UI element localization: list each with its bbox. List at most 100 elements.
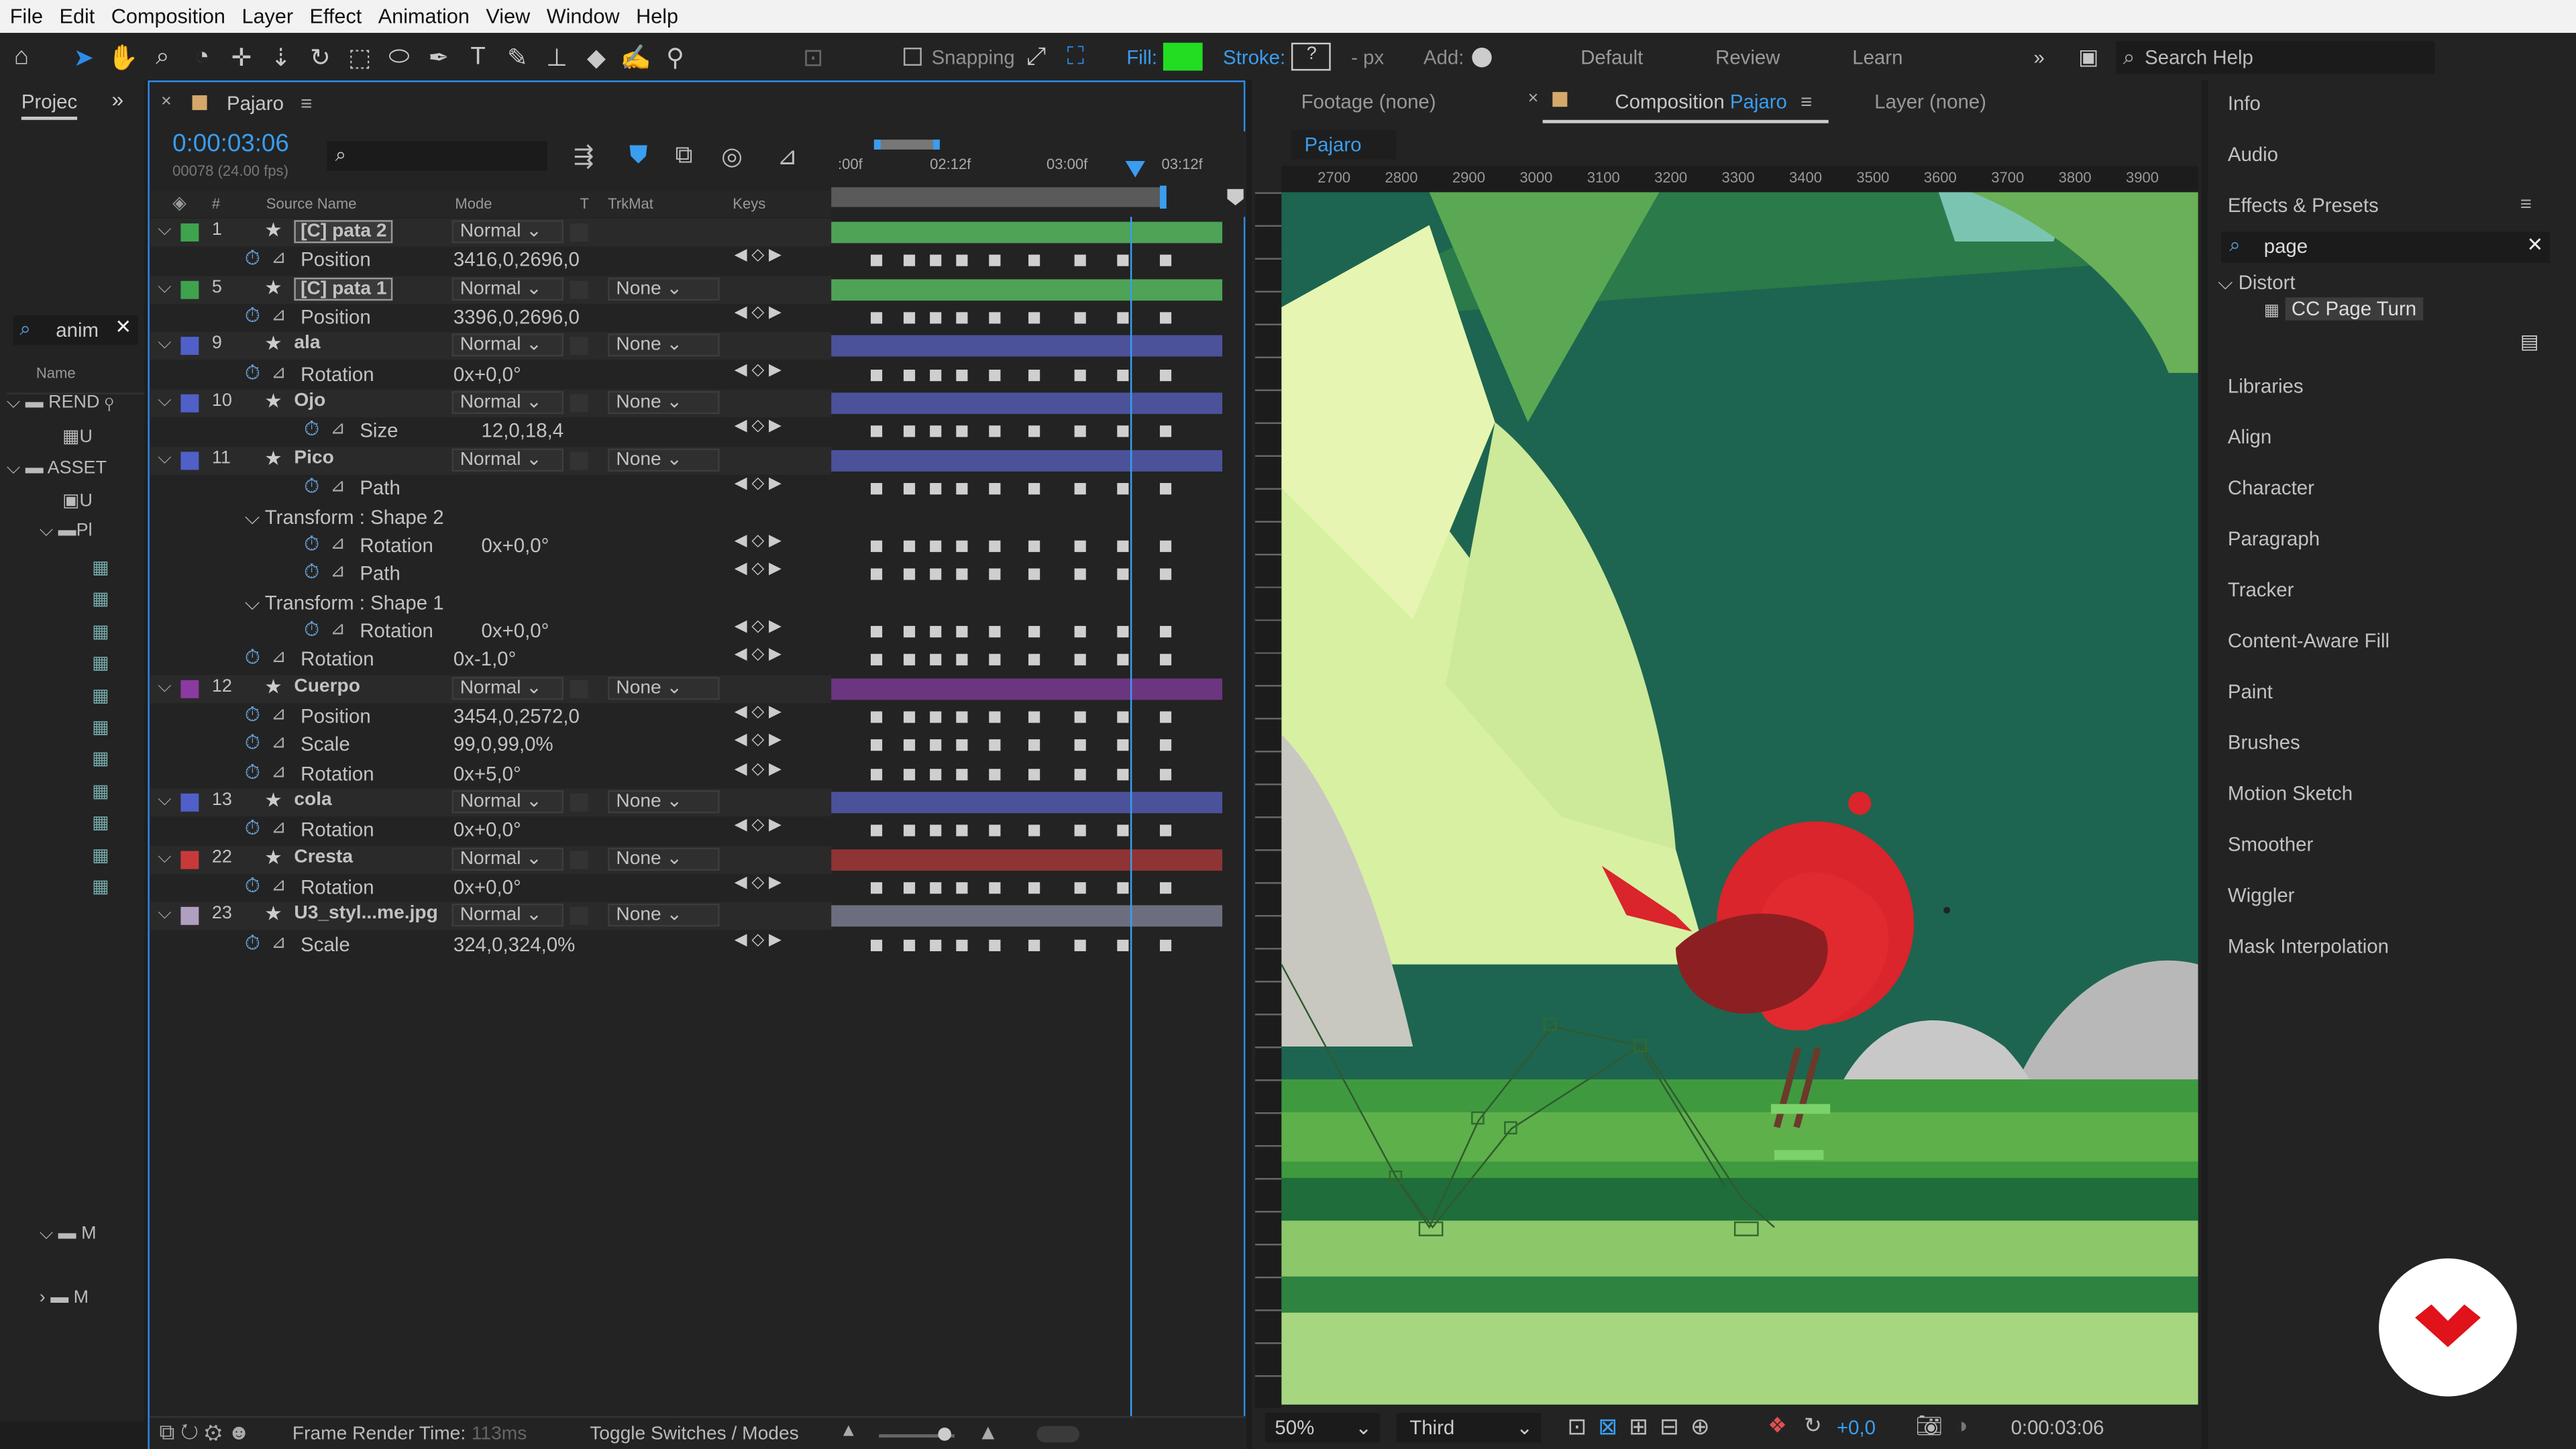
layer-duration-bar[interactable]	[831, 335, 1223, 358]
keyframe[interactable]	[989, 255, 1001, 267]
keyframe[interactable]	[1117, 540, 1129, 552]
keyframe[interactable]	[956, 654, 968, 666]
keyframe[interactable]	[1159, 654, 1172, 666]
layer-name[interactable]: Pico	[294, 448, 334, 468]
keyframe[interactable]	[956, 568, 968, 580]
timeline-zoom-knob[interactable]	[938, 1428, 951, 1441]
keyframe[interactable]	[1074, 711, 1086, 723]
keyframe[interactable]	[903, 255, 916, 267]
preserve-transparency-box[interactable]	[570, 679, 588, 698]
layer-name[interactable]: cola	[294, 790, 331, 810]
graph-icon[interactable]: ⊿	[271, 361, 286, 382]
keyframe[interactable]	[1159, 540, 1172, 552]
keyframe[interactable]	[1074, 882, 1086, 894]
stroke-swatch[interactable]: ?	[1291, 42, 1332, 71]
layer-name[interactable]: Ojo	[294, 391, 325, 411]
layer-name[interactable]: [C] pata 1	[294, 277, 394, 301]
keyframe-track[interactable]	[831, 703, 1245, 731]
twirl-arrow-icon[interactable]: ⌵	[158, 277, 171, 299]
keyframe[interactable]	[1117, 882, 1129, 894]
layer-duration-bar-track[interactable]	[831, 333, 1245, 361]
keyframe[interactable]	[1074, 939, 1086, 951]
graph-icon[interactable]: ⊿	[271, 646, 286, 667]
keyframe[interactable]	[1028, 312, 1040, 324]
effect-category-distort[interactable]: ⌵ Distort	[2218, 271, 2295, 296]
timeline-comp-tab[interactable]: Pajaro	[227, 92, 284, 115]
keyframe-track[interactable]	[831, 532, 1245, 560]
preserve-transparency-box[interactable]	[570, 451, 588, 470]
keyframe[interactable]	[930, 825, 942, 837]
keyframe[interactable]	[956, 882, 968, 894]
keyframe-track[interactable]	[831, 418, 1245, 446]
keyframe[interactable]	[930, 768, 942, 780]
keyframe[interactable]	[1159, 568, 1172, 580]
twirl-arrow-icon[interactable]: ⌵	[158, 847, 171, 869]
keyframe[interactable]	[1117, 483, 1129, 495]
align-panel-item[interactable]: Align	[2208, 414, 2553, 462]
wiggler-panel-item[interactable]: Wiggler	[2208, 872, 2553, 920]
timeline-scrollbar[interactable]	[1036, 1426, 1079, 1443]
stopwatch-icon[interactable]: ⏱︎	[245, 874, 260, 899]
keyframe-navigator[interactable]: ◀ ◇ ▶	[735, 817, 782, 835]
menu-view[interactable]: View	[486, 5, 530, 28]
keyframe-navigator[interactable]: ◀ ◇ ▶	[735, 931, 782, 949]
keyframe-navigator[interactable]: ◀ ◇ ▶	[735, 646, 782, 664]
timeline-timecode[interactable]: 0:00:03:06	[172, 129, 289, 158]
keyframe[interactable]	[1117, 739, 1129, 751]
property-value[interactable]: 0x+0,0°	[453, 363, 521, 386]
property-row[interactable]: ⏱︎ ⊿ Rotation 0x+0,0° ◀ ◇ ▶	[150, 874, 831, 902]
keyframe[interactable]	[1117, 768, 1129, 780]
effects-search[interactable]: ⌕ page ✕	[2221, 231, 2550, 263]
property-value[interactable]: 99,0,99,0%	[453, 733, 553, 756]
keyframe[interactable]	[1159, 483, 1172, 495]
keyframe-track[interactable]	[831, 304, 1245, 332]
keyframe[interactable]	[989, 825, 1001, 837]
keyframe[interactable]	[903, 426, 916, 438]
layer-duration-bar-track[interactable]	[831, 276, 1245, 304]
keyframe[interactable]	[1159, 255, 1172, 267]
keyframe[interactable]	[1074, 540, 1086, 552]
menu-composition[interactable]: Composition	[111, 5, 225, 28]
stopwatch-icon[interactable]: ⏱︎	[304, 618, 319, 643]
panel-menu-icon[interactable]: ≡	[2520, 193, 2532, 215]
keyframe[interactable]	[903, 483, 916, 495]
keyframe[interactable]	[956, 255, 968, 267]
layer-duration-bar[interactable]	[831, 906, 1223, 928]
blend-mode-dropdown[interactable]: Normal ⌄	[451, 448, 564, 472]
property-row[interactable]: ⏱︎ ⊿ Size 12,0,18,4 ◀ ◇ ▶	[150, 418, 831, 446]
project-item-pl[interactable]: ⌵ ▬Pl	[40, 521, 93, 542]
comp-flowchart-icon[interactable]: ⇶	[574, 142, 594, 171]
property-value[interactable]: 3396,0,2696,0	[453, 306, 580, 329]
keyframe[interactable]	[989, 369, 1001, 381]
stopwatch-icon[interactable]: ⏱︎	[304, 561, 319, 586]
blend-mode-dropdown[interactable]: Normal ⌄	[451, 220, 564, 244]
fill-swatch[interactable]	[1163, 42, 1203, 71]
keyframe[interactable]	[1028, 739, 1040, 751]
panel-expand-icon[interactable]: »	[112, 87, 124, 112]
clone-stamp-tool-icon[interactable]: ⊥	[539, 42, 575, 72]
effect-cc-page-turn[interactable]: ▦ CC Page Turn	[2264, 297, 2423, 321]
stopwatch-icon[interactable]: ⏱︎	[304, 532, 319, 557]
keyframe[interactable]	[930, 882, 942, 894]
add-button[interactable]	[1472, 46, 1492, 67]
keyframe[interactable]	[1028, 568, 1040, 580]
search-help-field[interactable]: ⌕ Search Help	[2116, 40, 2435, 73]
keyframe[interactable]	[930, 568, 942, 580]
layer-row[interactable]: ⌵ 23 ★ U3_styl...me.jpg Normal ⌄ None ⌄	[149, 902, 832, 931]
keyframe[interactable]	[1028, 540, 1040, 552]
layer-row[interactable]: ⌵ 9 ★ ala Normal ⌄ None ⌄	[149, 332, 832, 361]
project-item-m1[interactable]: ⌵ ▬ M	[40, 1224, 97, 1246]
keyframe[interactable]	[903, 654, 916, 666]
keyframe[interactable]	[930, 426, 942, 438]
layer-row[interactable]: ⌵ 1 ★ [C] pata 2 Normal ⌄	[149, 218, 832, 247]
property-value[interactable]: 0x+0,0°	[482, 534, 549, 557]
layer-duration-bar[interactable]	[831, 849, 1223, 871]
keys-header[interactable]: Keys	[733, 195, 765, 211]
blend-mode-dropdown[interactable]: Normal ⌄	[451, 790, 564, 814]
tab-composition[interactable]: Composition Pajaro	[1615, 91, 1786, 113]
keyframe[interactable]	[1074, 255, 1086, 267]
keyframe-navigator[interactable]: ◀ ◇ ▶	[735, 703, 782, 721]
keyframe[interactable]	[870, 568, 883, 580]
draft-3d-icon[interactable]: ⛊	[629, 142, 648, 170]
property-value[interactable]: 0x+5,0°	[453, 761, 521, 784]
